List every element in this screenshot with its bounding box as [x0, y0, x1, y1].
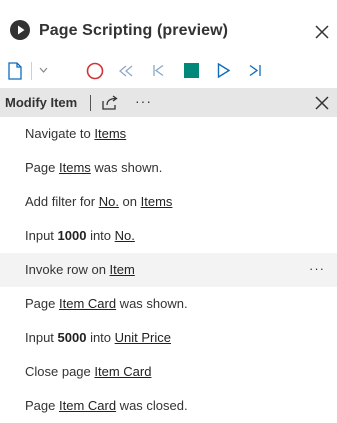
step-text: Add filter for	[25, 194, 99, 209]
new-file-icon[interactable]	[8, 62, 22, 80]
step-row[interactable]: Close page Item Card	[0, 355, 337, 389]
close-icon[interactable]	[315, 25, 329, 39]
step-row[interactable]: Page Items was shown.	[0, 151, 337, 185]
step-value: 1000	[57, 228, 87, 243]
step-text: into	[86, 330, 115, 345]
step-text: into	[86, 228, 115, 243]
step-link[interactable]: Item Card	[94, 364, 151, 379]
play-icon[interactable]	[217, 63, 230, 78]
step-text: was shown.	[90, 160, 163, 175]
step-row[interactable]: Add filter for No. on Items	[0, 185, 337, 219]
step-text: Page	[25, 160, 59, 175]
step-value: 5000	[57, 330, 87, 345]
step-link[interactable]: Items	[141, 194, 173, 209]
panel-title: Page Scripting (preview)	[39, 22, 229, 39]
step-text: Close page	[25, 364, 95, 379]
step-text: Navigate to	[25, 126, 95, 141]
share-icon[interactable]	[102, 95, 119, 110]
step-row[interactable]: Input 1000 into No.	[0, 219, 337, 253]
step-text: on	[118, 194, 141, 209]
modify-item-label: Modify Item	[5, 95, 78, 110]
step-link[interactable]: No.	[115, 228, 135, 243]
recording-toolbar	[0, 58, 337, 84]
step-text: Page	[25, 398, 59, 413]
step-row[interactable]: Input 5000 into Unit Price	[0, 321, 337, 355]
step-text: Input	[25, 228, 58, 243]
step-text: Input	[25, 330, 58, 345]
stop-icon[interactable]	[184, 63, 199, 78]
step-link[interactable]: No.	[99, 194, 119, 209]
play-circle-icon	[10, 20, 30, 40]
step-link[interactable]: Items	[59, 160, 91, 175]
step-text: Page	[25, 296, 59, 311]
more-icon[interactable]: ···	[135, 93, 152, 109]
step-text: was shown.	[116, 296, 188, 311]
close-modify-icon[interactable]	[315, 96, 329, 110]
step-link[interactable]: Item	[110, 262, 135, 277]
step-back-icon[interactable]	[152, 64, 165, 77]
step-forward-icon[interactable]	[248, 64, 262, 77]
step-link[interactable]: Unit Price	[115, 330, 171, 345]
step-row[interactable]: Navigate to Items	[0, 117, 337, 151]
step-row[interactable]: Page Item Card was shown.	[0, 287, 337, 321]
step-link[interactable]: Items	[94, 126, 126, 141]
step-row[interactable]: Page Item Card was closed.	[0, 389, 337, 423]
modbar-divider	[90, 95, 91, 111]
step-link[interactable]: Item Card	[59, 296, 116, 311]
step-text: Invoke row on	[25, 262, 110, 277]
toolbar-divider	[31, 62, 32, 80]
step-link[interactable]: Item Card	[59, 398, 116, 413]
rewind-icon[interactable]	[119, 65, 133, 77]
chevron-down-icon[interactable]	[39, 67, 48, 73]
step-row-selected[interactable]: Invoke row on Item ···	[0, 253, 337, 287]
panel-header: Page Scripting (preview)	[0, 0, 337, 58]
step-text: was closed.	[116, 398, 188, 413]
record-icon[interactable]	[86, 62, 104, 80]
row-more-icon[interactable]: ···	[309, 261, 325, 276]
modify-item-bar: Modify Item ···	[0, 88, 337, 117]
